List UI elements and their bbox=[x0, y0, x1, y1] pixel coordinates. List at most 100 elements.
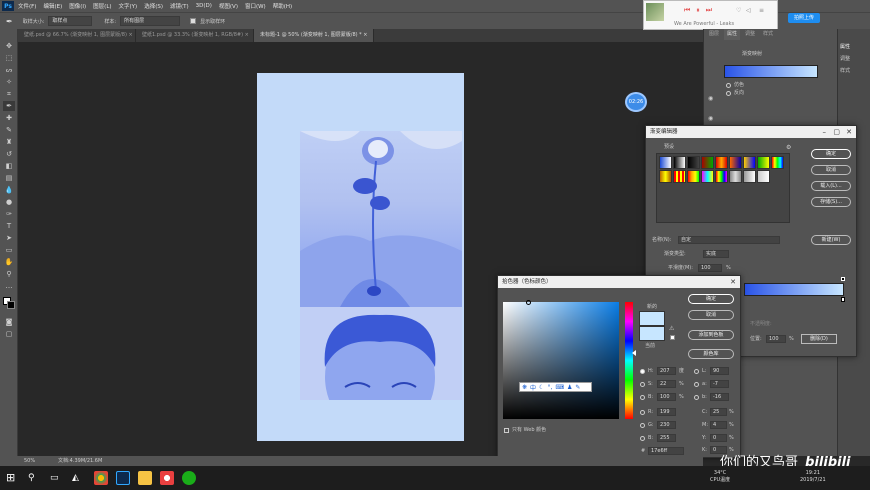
blue-radio[interactable] bbox=[640, 436, 645, 441]
pen-tool-icon[interactable]: ✑ bbox=[3, 209, 15, 219]
preset-swatch[interactable] bbox=[729, 170, 742, 183]
dock-adjust[interactable]: 调整 bbox=[840, 55, 850, 62]
wrench-icon[interactable]: ✎ bbox=[575, 384, 580, 391]
color-field-cursor[interactable] bbox=[526, 300, 531, 305]
l-radio[interactable] bbox=[694, 369, 699, 374]
gradient-save-button[interactable]: 存储(S)... bbox=[811, 197, 851, 207]
menu-file[interactable]: 文件(F) bbox=[18, 2, 36, 10]
upload-button[interactable]: 拍照上传 bbox=[788, 13, 820, 23]
path-select-icon[interactable]: ➤ bbox=[3, 233, 15, 243]
history-brush-icon[interactable]: ↺ bbox=[3, 149, 15, 159]
background-color-swatch[interactable] bbox=[7, 301, 15, 309]
dodge-tool-icon[interactable]: ● bbox=[3, 197, 15, 207]
search-icon[interactable]: ⚲ bbox=[28, 471, 42, 485]
recorder-icon[interactable] bbox=[160, 471, 174, 485]
presets-grid[interactable] bbox=[656, 153, 790, 223]
color-field[interactable] bbox=[503, 302, 619, 419]
media-icon[interactable]: ◭ bbox=[72, 471, 86, 485]
zoom-tool-icon[interactable]: ⚲ bbox=[3, 269, 15, 279]
y-input[interactable]: 0 bbox=[710, 434, 727, 442]
player-controls-icon[interactable]: ⏮⏸⏭ bbox=[684, 6, 718, 15]
screen-mode-icon[interactable]: ▢ bbox=[3, 329, 15, 339]
preset-swatch[interactable] bbox=[687, 170, 700, 183]
doc-info[interactable]: 文档:4.39M/21.6M bbox=[58, 456, 102, 466]
hue-slider[interactable] bbox=[625, 302, 633, 419]
current-color-swatch[interactable] bbox=[639, 326, 665, 341]
tab-properties[interactable]: 属性 bbox=[724, 29, 741, 40]
dock-properties[interactable]: 属性 bbox=[840, 43, 850, 50]
eye-icon[interactable]: ◉ bbox=[708, 95, 716, 103]
tab-wallpaper1[interactable]: 壁纸1.psd @ 33.3% (渐变映射 1, RGB/8#) × bbox=[136, 29, 254, 42]
user-icon[interactable]: ♟ bbox=[567, 384, 572, 391]
gamut-warning-icon[interactable]: ⚠ bbox=[669, 325, 674, 332]
healing-tool-icon[interactable]: ✚ bbox=[3, 113, 15, 123]
preset-swatch[interactable] bbox=[715, 170, 728, 183]
lasso-tool-icon[interactable]: ᔕ bbox=[3, 65, 15, 75]
marquee-tool-icon[interactable]: ⬚ bbox=[3, 53, 15, 63]
brush-tool-icon[interactable]: ✎ bbox=[3, 125, 15, 135]
preset-swatch[interactable] bbox=[701, 170, 714, 183]
stamp-tool-icon[interactable]: ♜ bbox=[3, 137, 15, 147]
menu-help[interactable]: 帮助(H) bbox=[273, 2, 292, 10]
eye-icon[interactable]: ◉ bbox=[708, 115, 716, 123]
punct-icon[interactable]: °, bbox=[547, 384, 552, 391]
sample-size-select[interactable]: 取样点 bbox=[48, 16, 93, 26]
menu-image[interactable]: 图像(I) bbox=[69, 2, 86, 10]
move-tool-icon[interactable]: ✥ bbox=[3, 41, 15, 51]
preset-swatch[interactable] bbox=[687, 156, 700, 169]
preset-swatch[interactable] bbox=[715, 156, 728, 169]
menu-select[interactable]: 选择(S) bbox=[144, 2, 163, 10]
delete-stop-button[interactable]: 删除(D) bbox=[801, 334, 837, 344]
lab-b-radio[interactable] bbox=[694, 395, 699, 400]
a-radio[interactable] bbox=[694, 382, 699, 387]
tab-styles[interactable]: 样式 bbox=[760, 29, 776, 40]
tab-untitled[interactable]: 未标题-1 @ 50% (渐变映射 1, 图层蒙版/8) * × bbox=[254, 29, 374, 42]
gradient-name-input[interactable]: 自定 bbox=[678, 236, 780, 244]
keyboard-icon[interactable]: ⌨ bbox=[555, 384, 564, 391]
opacity-stop[interactable] bbox=[841, 277, 845, 281]
gradient-cancel-button[interactable]: 取消 bbox=[811, 165, 851, 175]
zoom-level[interactable]: 50% bbox=[24, 456, 35, 466]
menu-view[interactable]: 视图(V) bbox=[219, 2, 238, 10]
shape-tool-icon[interactable]: ▭ bbox=[3, 245, 15, 255]
presets-gear-icon[interactable]: ⚙ bbox=[786, 144, 791, 151]
preset-swatch[interactable] bbox=[659, 170, 672, 183]
wechat-icon[interactable] bbox=[182, 471, 196, 485]
moon-icon[interactable]: ☾ bbox=[539, 384, 544, 391]
picker-ok-button[interactable]: 确定 bbox=[688, 294, 734, 304]
web-safe-icon[interactable] bbox=[670, 335, 675, 340]
r-input[interactable]: 199 bbox=[657, 408, 676, 416]
c-input[interactable]: 25 bbox=[710, 408, 727, 416]
preset-swatch[interactable] bbox=[771, 156, 784, 169]
preset-swatch[interactable] bbox=[673, 156, 686, 169]
show-ring-checkbox[interactable] bbox=[190, 18, 197, 24]
ime-toolbar[interactable]: ❋ 中 ☾ °, ⌨ ♟ ✎ bbox=[519, 382, 592, 392]
folder-icon[interactable] bbox=[138, 471, 152, 485]
r-radio[interactable] bbox=[640, 410, 645, 415]
task-view-icon[interactable]: ▭ bbox=[50, 471, 64, 485]
eraser-tool-icon[interactable]: ◧ bbox=[3, 161, 15, 171]
maximize-icon[interactable]: ▢ bbox=[833, 126, 840, 138]
menu-layer[interactable]: 图层(L) bbox=[93, 2, 111, 10]
lab-b-input[interactable]: -16 bbox=[710, 393, 729, 401]
hue-slider-handle[interactable] bbox=[632, 350, 636, 356]
blue-input[interactable]: 255 bbox=[657, 434, 676, 442]
gradient-type-select[interactable]: 实底 bbox=[703, 250, 729, 258]
chrome-icon[interactable] bbox=[94, 471, 108, 485]
heart-icon[interactable]: ♡ bbox=[736, 7, 741, 14]
eyedropper-tool-icon[interactable]: ✒ bbox=[3, 101, 15, 111]
lyrics-icon[interactable]: ≡ bbox=[759, 7, 764, 14]
hex-input[interactable]: 17e6ff bbox=[648, 447, 684, 455]
gradient-ok-button[interactable]: 确定 bbox=[811, 149, 851, 159]
close-icon[interactable]: ✕ bbox=[730, 276, 736, 288]
more-tools-icon[interactable]: … bbox=[3, 281, 15, 291]
preset-swatch[interactable] bbox=[701, 156, 714, 169]
eyedropper-icon[interactable]: ✒ bbox=[6, 17, 13, 26]
preset-swatch[interactable] bbox=[743, 156, 756, 169]
gradient-bar[interactable] bbox=[744, 283, 844, 296]
smoothness-input[interactable]: 100 bbox=[698, 264, 722, 272]
preset-swatch[interactable] bbox=[743, 170, 756, 183]
sample-select[interactable]: 所有图层 bbox=[120, 16, 181, 26]
menu-filter[interactable]: 滤镜(T) bbox=[170, 2, 189, 10]
h-radio[interactable] bbox=[640, 369, 645, 374]
